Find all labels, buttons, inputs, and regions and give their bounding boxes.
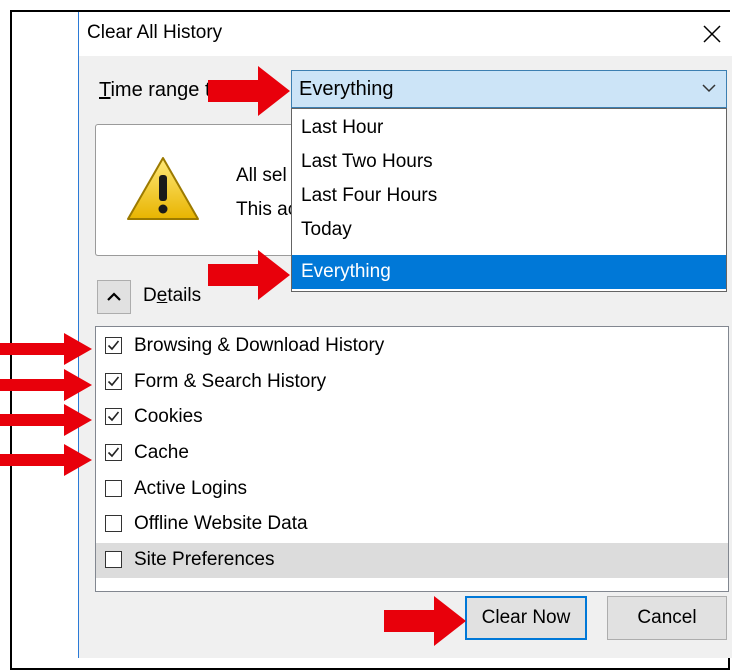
dropdown-option-everything[interactable]: Everything — [292, 255, 726, 289]
red-arrow-annotation — [0, 404, 92, 436]
checkbox[interactable] — [105, 444, 122, 461]
checkbox-label: Offline Website Data — [134, 513, 308, 534]
dropdown-option-last-two-hours[interactable]: Last Two Hours — [292, 145, 726, 179]
details-label: Details — [143, 285, 202, 306]
checkbox-label: Cache — [134, 442, 189, 463]
checkbox[interactable] — [105, 337, 122, 354]
title-bar: Clear All History — [79, 12, 732, 56]
checkbox-label: Form & Search History — [134, 371, 327, 392]
warning-icon — [125, 155, 201, 228]
warning-panel: All sel This ac — [95, 124, 298, 256]
time-range-dropdown-list: Last Hour Last Two Hours Last Four Hours… — [291, 108, 727, 292]
checkbox-label: Active Logins — [134, 478, 248, 499]
chevron-down-icon — [702, 84, 716, 93]
close-icon — [703, 25, 721, 43]
time-range-label: Time range t — [99, 79, 211, 101]
list-item-active-logins[interactable]: Active Logins — [96, 472, 728, 507]
dropdown-option-last-four-hours[interactable]: Last Four Hours — [292, 179, 726, 213]
dropdown-option-last-hour[interactable]: Last Hour — [292, 111, 726, 145]
chevron-up-icon — [107, 292, 121, 301]
list-item-cache[interactable]: Cache — [96, 436, 728, 471]
history-items-list: Browsing & Download History Form & Searc… — [95, 326, 729, 592]
red-arrow-annotation — [0, 369, 92, 401]
list-item-form-search-history[interactable]: Form & Search History — [96, 365, 728, 400]
checkmark-icon — [107, 411, 120, 422]
warning-text-line2: This ac — [236, 199, 298, 220]
select-value: Everything — [299, 78, 394, 100]
checkbox[interactable] — [105, 408, 122, 425]
time-range-select[interactable]: Everything — [291, 70, 727, 108]
checkbox[interactable] — [105, 480, 122, 497]
details-toggle-button[interactable] — [97, 280, 131, 314]
close-button[interactable] — [692, 16, 732, 52]
checkbox-label: Site Preferences — [134, 549, 275, 570]
list-item-site-preferences[interactable]: Site Preferences — [96, 543, 728, 578]
cancel-button[interactable]: Cancel — [607, 596, 727, 640]
red-arrow-annotation — [208, 250, 290, 300]
list-item-offline-website-data[interactable]: Offline Website Data — [96, 507, 728, 542]
red-arrow-annotation — [0, 333, 92, 365]
dropdown-option-today[interactable]: Today — [292, 213, 726, 247]
list-item-browsing-download-history[interactable]: Browsing & Download History — [96, 329, 728, 364]
clear-now-button[interactable]: Clear Now — [465, 596, 587, 640]
list-item-cookies[interactable]: Cookies — [96, 400, 728, 435]
checkmark-icon — [107, 340, 120, 351]
red-arrow-annotation — [384, 596, 466, 646]
checkbox[interactable] — [105, 515, 122, 532]
warning-text-line1: All sel — [236, 165, 287, 186]
checkmark-icon — [107, 376, 120, 387]
checkmark-icon — [107, 447, 120, 458]
dialog-title: Clear All History — [87, 22, 223, 43]
checkbox-label: Browsing & Download History — [134, 335, 385, 356]
red-arrow-annotation — [0, 444, 92, 476]
clear-history-dialog: Clear All History Time range t All sel T… — [78, 12, 732, 658]
checkbox[interactable] — [105, 551, 122, 568]
checkbox[interactable] — [105, 373, 122, 390]
red-arrow-annotation — [208, 66, 290, 116]
checkbox-label: Cookies — [134, 406, 203, 427]
